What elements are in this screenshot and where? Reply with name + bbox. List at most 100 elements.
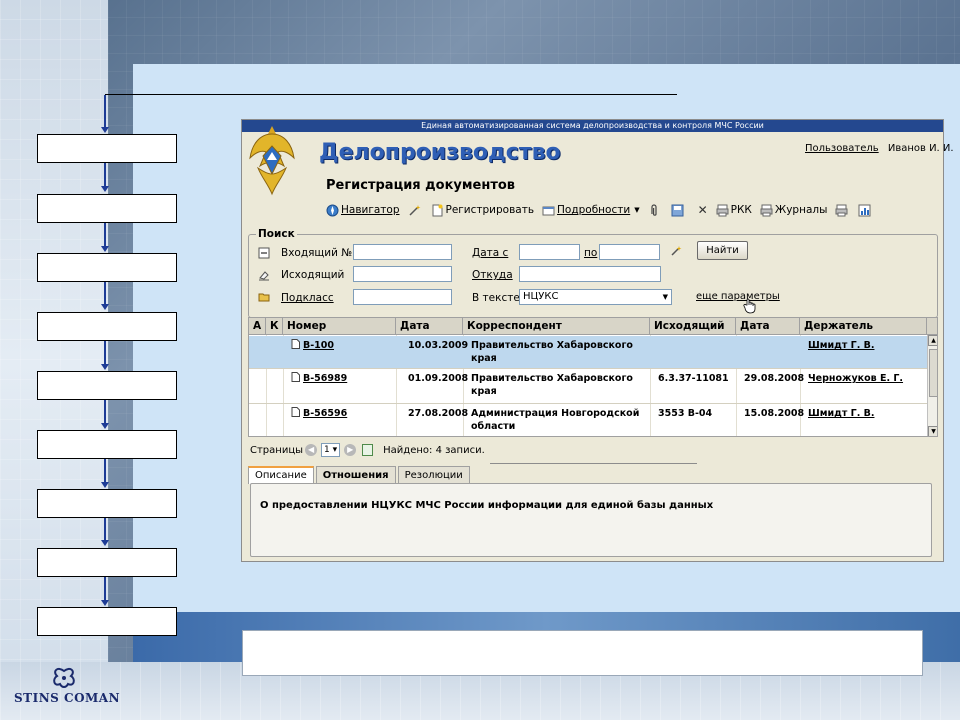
tab-resolutions[interactable]: Резолюции bbox=[397, 466, 470, 484]
prev-page-icon[interactable]: ◀ bbox=[305, 444, 318, 456]
flow-box-4 bbox=[37, 312, 177, 341]
toolbar: Навигатор Регистрировать Подробности ▼ ✕… bbox=[326, 202, 881, 218]
delete-button[interactable]: ✕ bbox=[694, 203, 708, 217]
user-area: Пользователь Иванов И. И. bbox=[805, 143, 954, 154]
print-icon bbox=[835, 204, 848, 216]
flow-box-2 bbox=[37, 194, 177, 223]
results-table: А К Номер Дата Корреспондент Исходящий Д… bbox=[248, 317, 938, 437]
flow-arrow bbox=[101, 163, 109, 192]
tab-description[interactable]: Описание bbox=[248, 466, 314, 484]
incoming-number-input[interactable] bbox=[353, 244, 452, 260]
logo-mark-icon bbox=[53, 667, 75, 688]
flow-box-9 bbox=[37, 607, 177, 636]
collapse-icon[interactable] bbox=[258, 247, 270, 259]
pager: Страницы ◀ 1 ▾ ▶ Найдено: 4 записи. bbox=[250, 441, 485, 459]
from-input[interactable] bbox=[519, 266, 661, 282]
column-header[interactable]: К bbox=[266, 318, 283, 335]
table-row[interactable]: В-100 10.03.2009 Правительство Хабаровск… bbox=[249, 336, 927, 369]
scroll-down-button[interactable]: ▼ bbox=[928, 426, 937, 436]
table-row[interactable]: В-56989 01.09.2008 Правительство Хабаров… bbox=[249, 369, 927, 404]
column-header[interactable]: Номер bbox=[283, 318, 396, 335]
rkk-label: РКК bbox=[730, 204, 752, 216]
rkk-button[interactable]: РКК bbox=[716, 204, 752, 217]
column-header[interactable]: Держатель bbox=[800, 318, 927, 335]
flow-box-8 bbox=[37, 548, 177, 577]
date-from-link[interactable]: Дата с bbox=[472, 247, 508, 259]
next-page-icon[interactable]: ▶ bbox=[344, 444, 357, 456]
vertical-scrollbar[interactable]: ▲ ▼ bbox=[927, 335, 937, 436]
scroll-up-button[interactable]: ▲ bbox=[928, 335, 937, 346]
emchs-emblem-icon bbox=[249, 126, 295, 196]
folder-icon[interactable] bbox=[258, 291, 270, 303]
outgoing-label: Исходящий bbox=[281, 269, 345, 281]
system-title-bar: Единая автоматизированная система делопр… bbox=[242, 120, 943, 132]
chevron-down-icon: ▼ bbox=[662, 293, 668, 301]
save-button[interactable] bbox=[671, 204, 686, 217]
column-header[interactable]: Корреспондент bbox=[463, 318, 650, 335]
flow-arrow bbox=[101, 400, 109, 429]
date-from-input[interactable] bbox=[519, 244, 580, 260]
register-button[interactable]: Регистрировать bbox=[431, 204, 534, 217]
found-count: Найдено: 4 записи. bbox=[383, 444, 485, 456]
pager-label: Страницы bbox=[250, 444, 304, 456]
tab-relations[interactable]: Отношения bbox=[315, 466, 396, 484]
in-text-select[interactable]: НЦУКС ▼ bbox=[519, 289, 672, 305]
row-number-text: В-56596 bbox=[303, 408, 348, 419]
navigator-button[interactable]: Навигатор bbox=[326, 204, 400, 217]
column-header[interactable]: А bbox=[249, 318, 266, 335]
row-holder[interactable]: Черножуков Е. Г. bbox=[804, 372, 924, 385]
magic-wand-icon[interactable] bbox=[670, 245, 682, 257]
eraser-icon[interactable] bbox=[258, 269, 270, 281]
details-label: Подробности bbox=[557, 204, 631, 216]
logo-text: STINS COMAN bbox=[14, 691, 121, 705]
pager-divider bbox=[490, 463, 697, 464]
divider-line bbox=[105, 94, 677, 95]
incoming-label: Входящий № bbox=[281, 247, 353, 259]
subclass-input[interactable] bbox=[353, 289, 452, 305]
row-number[interactable]: В-100 bbox=[287, 339, 395, 352]
from-link[interactable]: Откуда bbox=[472, 269, 513, 281]
row-correspondent: Правительство Хабаровского края bbox=[471, 340, 633, 364]
date-to-input[interactable] bbox=[599, 244, 660, 260]
flow-box-1 bbox=[37, 134, 177, 163]
report-icon bbox=[858, 204, 871, 216]
details-button[interactable]: Подробности ▼ bbox=[542, 204, 640, 217]
details-icon bbox=[542, 206, 555, 215]
column-header[interactable]: Дата bbox=[736, 318, 800, 335]
print-button[interactable] bbox=[835, 204, 850, 217]
find-button[interactable]: Найти bbox=[697, 241, 748, 260]
subclass-link[interactable]: Подкласс bbox=[281, 292, 334, 304]
row-number[interactable]: В-56989 bbox=[287, 372, 395, 385]
table-row[interactable]: В-56596 27.08.2008 Администрация Новгоро… bbox=[249, 404, 927, 436]
row-date: 01.09.2008 bbox=[408, 373, 469, 384]
journals-label: Журналы bbox=[774, 204, 828, 216]
row-holder[interactable]: Шмидт Г. В. bbox=[804, 407, 924, 420]
refresh-icon[interactable] bbox=[362, 444, 374, 456]
flow-arrow bbox=[101, 459, 109, 488]
attach-button[interactable] bbox=[648, 203, 663, 217]
row-date: 27.08.2008 bbox=[408, 408, 469, 419]
flow-box-7 bbox=[37, 489, 177, 518]
user-link[interactable]: Пользователь bbox=[805, 143, 879, 154]
column-header[interactable]: Исходящий bbox=[650, 318, 736, 335]
row-date: 10.03.2009 bbox=[408, 340, 469, 351]
flow-arrow bbox=[101, 518, 109, 546]
page-select[interactable]: 1 ▾ bbox=[321, 443, 341, 457]
report-button[interactable] bbox=[858, 204, 873, 217]
tab-strip: Описание Отношения Резолюции bbox=[248, 466, 472, 484]
outgoing-number-input[interactable] bbox=[353, 266, 452, 282]
document-icon bbox=[291, 372, 300, 382]
row-holder[interactable]: Шмидт Г. В. bbox=[804, 339, 924, 352]
column-header[interactable]: Дата bbox=[396, 318, 463, 335]
flow-arrow bbox=[101, 282, 109, 310]
date-to-link[interactable]: по bbox=[584, 247, 597, 259]
new-document-icon bbox=[432, 204, 442, 216]
row-number[interactable]: В-56596 bbox=[287, 407, 395, 420]
more-params-link[interactable]: еще параметры bbox=[696, 291, 780, 302]
row-outgoing: 3553 В-04 bbox=[658, 408, 713, 419]
chevron-down-icon: ▼ bbox=[634, 206, 640, 214]
scroll-thumb[interactable] bbox=[929, 349, 937, 397]
journals-button[interactable]: Журналы bbox=[760, 204, 828, 217]
magic-wand-button[interactable] bbox=[408, 204, 423, 217]
description-panel: О предоставлении НЦУКС МЧС России информ… bbox=[250, 483, 932, 557]
